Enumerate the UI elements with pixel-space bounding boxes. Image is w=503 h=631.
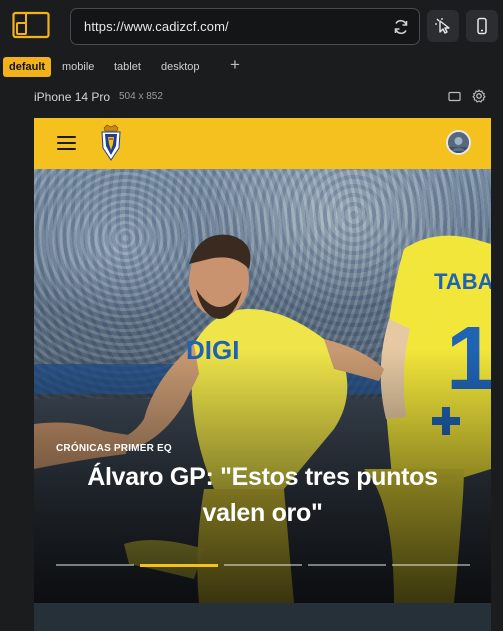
url-text[interactable]: https://www.cadizcf.com/ [84,19,229,34]
reload-icon[interactable] [392,18,410,36]
device-size: 504 x 852 [119,91,163,102]
tab-desktop[interactable]: desktop [155,57,206,77]
settings-gear-icon[interactable] [472,89,486,103]
device-viewport: TABA 12 DIGI CRÓNICAS PRIMER EQ Álvaro G… [34,118,491,631]
user-avatar[interactable] [446,130,471,155]
user-avatar-icon [448,132,469,153]
slider-dot-3[interactable] [224,564,302,566]
article-headline[interactable]: Álvaro GP: "Estos tres puntos valen oro" [54,459,471,531]
slider-dot-4[interactable] [308,564,386,566]
select-element-button[interactable] [427,10,459,42]
mobile-device-icon [477,17,487,35]
url-bar[interactable]: https://www.cadizcf.com/ [70,8,420,45]
browser-toolbar: https://www.cadizcf.com/ [0,0,503,52]
next-section [34,603,491,631]
hero-slider[interactable]: TABA 12 DIGI CRÓNICAS PRIMER EQ Álvaro G… [34,169,491,603]
device-mode-button[interactable] [466,10,498,42]
tab-tablet[interactable]: tablet [108,57,147,77]
article-category[interactable]: CRÓNICAS PRIMER EQ [56,443,172,454]
responsive-layout-icon[interactable] [12,10,50,40]
slider-dot-1[interactable] [56,564,134,566]
slider-dot-5[interactable] [392,564,470,566]
svg-text:TABA: TABA [434,269,491,294]
tab-mobile[interactable]: mobile [56,57,100,77]
device-tabs: default mobile tablet desktop + [0,55,503,79]
tab-default[interactable]: default [3,57,52,77]
slider-pagination [56,564,470,567]
device-header: iPhone 14 Pro 504 x 852 [0,85,503,109]
site-header [34,118,491,169]
rotate-device-icon[interactable] [448,91,461,102]
add-tab-button[interactable]: + [230,55,240,75]
slider-dot-2[interactable] [140,564,218,567]
pointer-select-icon [435,18,450,34]
cadiz-cf-crest-icon[interactable] [98,124,124,162]
device-name[interactable]: iPhone 14 Pro [34,90,110,104]
hamburger-menu-icon[interactable] [57,136,76,151]
